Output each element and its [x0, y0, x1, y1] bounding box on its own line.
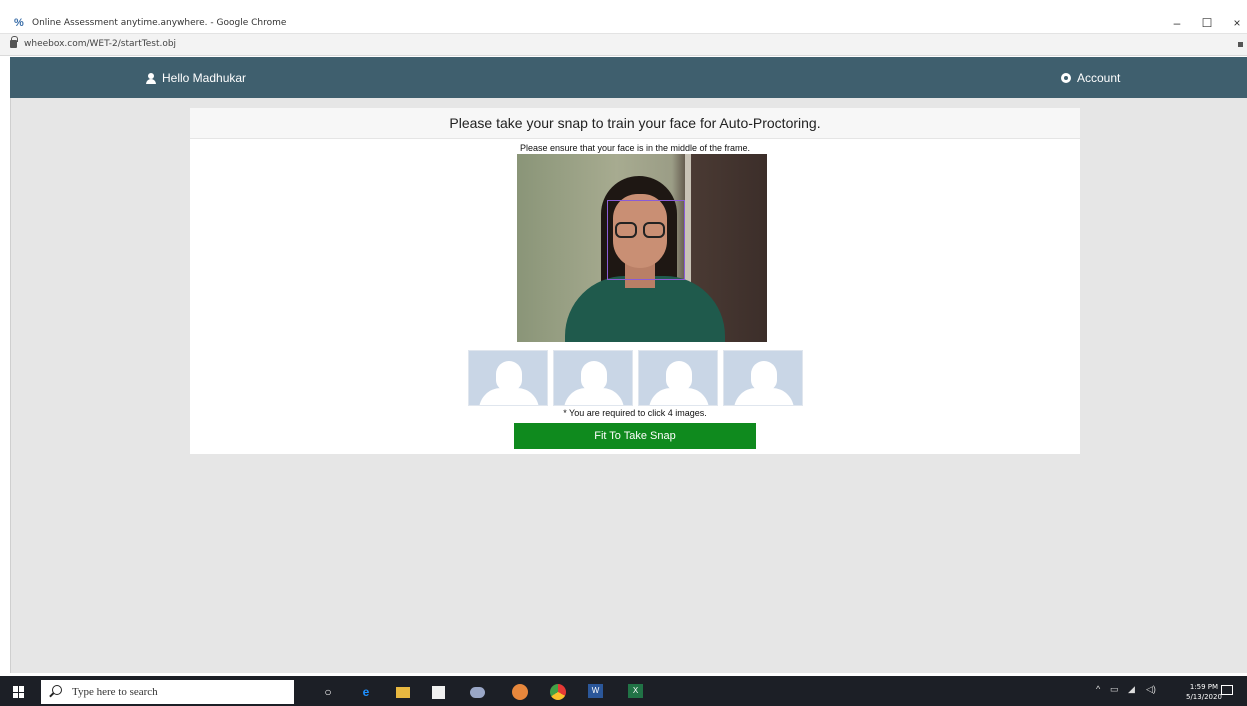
search-icon — [52, 685, 62, 695]
snapshot-placeholder-4 — [723, 350, 803, 406]
required-images-note: * You are required to click 4 images. — [563, 408, 707, 418]
excel-icon[interactable]: X — [628, 684, 643, 698]
lock-icon — [10, 36, 18, 48]
file-explorer-icon[interactable] — [396, 687, 410, 698]
clock-time: 1:59 PM — [1189, 683, 1219, 691]
maximize-button[interactable]: ☐ — [1199, 16, 1215, 30]
taskbar-search-placeholder: Type here to search — [72, 686, 158, 698]
windows-taskbar: Type here to search ○ e W X ^ ▭ ◢ ◁) 1:5… — [0, 676, 1247, 706]
snapshot-placeholder-1 — [468, 350, 548, 406]
cortana-icon[interactable]: ○ — [320, 684, 336, 700]
battery-icon[interactable]: ▭ — [1110, 684, 1119, 695]
volume-icon[interactable]: ◁) — [1146, 684, 1156, 695]
webcam-preview — [517, 154, 767, 342]
address-bar[interactable]: wheebox.com/WET-2/startTest.obj — [0, 34, 1247, 56]
wheebox-app-icon: % — [14, 17, 24, 29]
network-icon[interactable]: ◢ — [1128, 684, 1135, 695]
snapshot-placeholder-2 — [553, 350, 633, 406]
tray-chevron-icon[interactable]: ^ — [1096, 684, 1100, 694]
chrome-icon[interactable] — [550, 684, 566, 700]
account-label: Account — [1077, 71, 1121, 85]
face-training-card: Please take your snap to train your face… — [190, 108, 1080, 454]
edge-icon[interactable]: e — [358, 684, 374, 700]
url-text[interactable]: wheebox.com/WET-2/startTest.obj — [24, 39, 176, 49]
browser-title-bar: % Online Assessment anytime.anywhere. - … — [0, 0, 1247, 34]
clock-date: 5/13/2020 — [1186, 693, 1222, 701]
app-icon[interactable] — [470, 687, 485, 698]
user-greeting[interactable]: Hello Madhukar — [146, 71, 246, 85]
snapshot-thumbnails — [468, 350, 804, 406]
take-snap-button[interactable]: Fit To Take Snap — [514, 423, 756, 449]
card-header: Please take your snap to train your face… — [190, 108, 1080, 139]
notification-icon[interactable] — [1221, 685, 1233, 695]
snapshot-placeholder-3 — [638, 350, 718, 406]
store-icon[interactable] — [432, 686, 445, 699]
windows-start-icon[interactable] — [13, 686, 25, 698]
window-title: Online Assessment anytime.anywhere. - Go… — [32, 18, 287, 28]
face-detection-box — [607, 200, 685, 280]
face-instruction: Please ensure that your face is in the m… — [519, 143, 751, 153]
account-menu[interactable]: Account — [1061, 71, 1120, 85]
gear-icon — [1061, 73, 1071, 83]
user-greeting-label: Hello Madhukar — [162, 71, 247, 85]
taskbar-clock[interactable]: 1:59 PM 5/13/2020 — [1186, 682, 1222, 702]
top-navbar: Hello Madhukar Account — [10, 57, 1247, 98]
close-button[interactable]: × — [1229, 16, 1245, 30]
taskbar-search-box[interactable]: Type here to search — [41, 680, 294, 704]
user-icon — [146, 72, 156, 84]
app-icon[interactable] — [512, 684, 528, 700]
word-icon[interactable]: W — [588, 684, 603, 698]
extension-icon[interactable] — [1238, 42, 1243, 47]
minimize-button[interactable]: – — [1169, 16, 1185, 30]
